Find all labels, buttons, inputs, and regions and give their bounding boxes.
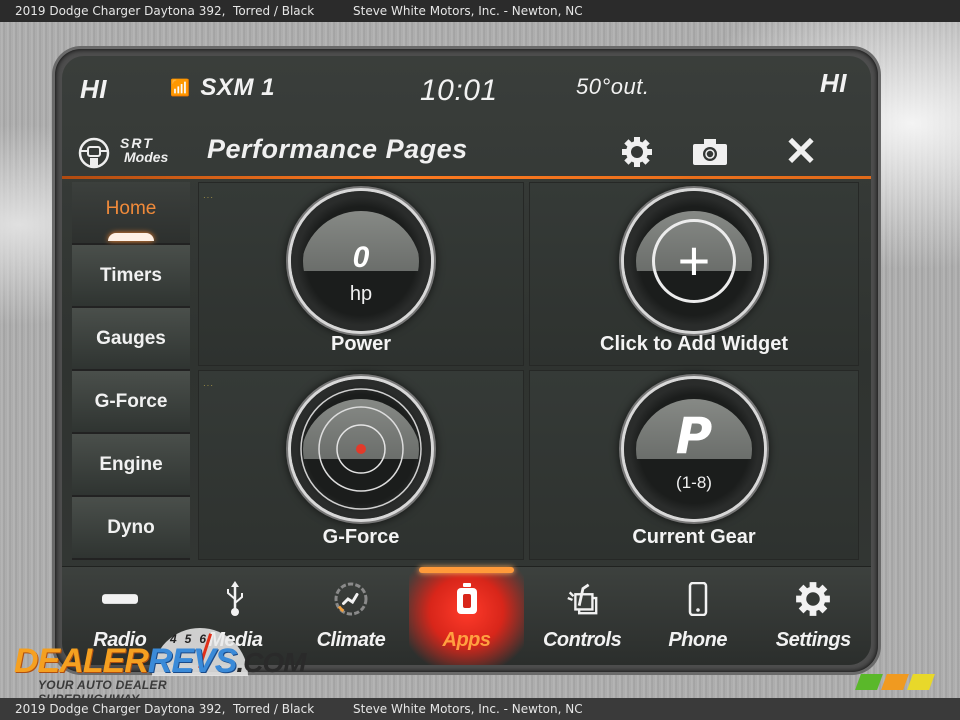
caption-bar-top: 2019 Dodge Charger Daytona 392, Torred /… [0, 0, 960, 22]
nav-phone[interactable]: Phone [640, 567, 756, 665]
gear-dial: P (1-8) [624, 379, 764, 519]
sidebar-item-timers[interactable]: Timers [72, 245, 190, 308]
power-label: Power [330, 333, 392, 355]
widget-grid: ··· 0 hp Power + Click to Add Widget ··· [198, 182, 860, 560]
phone-icon [680, 581, 716, 617]
title-bar: SRT Modes Performance Pages ✕ [62, 126, 871, 176]
driver-temp-setting[interactable]: HI [80, 74, 107, 105]
close-icon: ✕ [784, 130, 818, 174]
radio-icon [101, 581, 138, 617]
antenna-icon: 📶 [170, 80, 191, 97]
gear-value: P [675, 407, 713, 465]
nav-controls[interactable]: Controls [524, 567, 640, 665]
add-widget-dial: + [624, 191, 764, 331]
stripes-logo-icon [855, 674, 935, 690]
drag-handle-icon[interactable]: ··· [203, 193, 214, 202]
outside-temperature: 50°out. [576, 74, 650, 99]
passenger-temp-setting[interactable]: HI [820, 68, 847, 99]
add-widget-slot[interactable]: + Click to Add Widget [529, 182, 859, 366]
vehicle-caption: 2019 Dodge Charger Daytona 392, Torred /… [15, 702, 315, 716]
current-gear-widget[interactable]: P (1-8) Current Gear [529, 370, 859, 560]
settings-icon [795, 581, 831, 617]
nav-apps[interactable]: Apps [408, 567, 525, 665]
dealer-caption: Steve White Motors, Inc. - Newton, NC [353, 702, 583, 716]
sidebar-item-engine[interactable]: Engine [72, 434, 190, 497]
radio-station: SXM 1 [200, 74, 275, 101]
camera-icon [693, 139, 727, 165]
sidebar-item-home[interactable]: Home [72, 182, 190, 245]
accent-divider [62, 176, 871, 179]
climate-icon [333, 581, 369, 617]
apps-icon [449, 581, 485, 617]
plus-icon: + [652, 219, 736, 303]
g-force-dial [291, 379, 431, 519]
dealerrevs-watermark: 456 DEALERREVS.COM YOUR AUTO DEALER SUPE… [14, 628, 307, 706]
steering-wheel-icon [78, 137, 110, 169]
nav-settings[interactable]: Settings [755, 567, 871, 665]
sidebar-item-g-force[interactable]: G-Force [72, 371, 190, 434]
add-widget-label: Click to Add Widget [600, 333, 788, 355]
caption-bar-bottom: 2019 Dodge Charger Daytona 392, Torred /… [0, 698, 960, 720]
vehicle-caption: 2019 Dodge Charger Daytona 392, Torred /… [15, 4, 315, 18]
drag-handle-icon[interactable]: ··· [203, 381, 214, 390]
close-button[interactable]: ✕ [781, 130, 821, 174]
power-value: 0 [352, 241, 370, 274]
nav-climate[interactable]: Climate [293, 567, 409, 665]
status-bar: HI 📶 SXM 1 10:01 50°out. HI [62, 56, 871, 126]
controls-icon [564, 581, 600, 617]
power-unit: hp [349, 283, 373, 305]
usb-icon [217, 581, 253, 617]
active-tab-indicator [108, 233, 154, 241]
dealer-caption: Steve White Motors, Inc. - Newton, NC [353, 4, 583, 18]
srt-modes-logo: SRT Modes [120, 135, 169, 165]
clock: 10:01 [420, 74, 498, 107]
settings-button[interactable] [617, 132, 657, 172]
power-widget[interactable]: ··· 0 hp Power [198, 182, 524, 366]
sidebar-item-gauges[interactable]: Gauges [72, 308, 190, 371]
power-dial: 0 hp [291, 191, 431, 331]
sidebar-item-dyno[interactable]: Dyno [72, 497, 190, 560]
page-title: Performance Pages [207, 134, 468, 164]
screenshot-button[interactable] [690, 132, 730, 172]
gear-icon [622, 137, 652, 167]
sidebar: Home Timers Gauges G-Force Engine Dyno [72, 182, 192, 560]
radio-status[interactable]: 📶 SXM 1 [170, 74, 275, 102]
gear-range: (1-8) [676, 473, 712, 492]
current-gear-label: Current Gear [632, 526, 756, 548]
g-force-widget[interactable]: ··· G-Force [198, 370, 524, 560]
g-force-label: G-Force [322, 526, 400, 548]
g-force-target-icon [300, 388, 422, 510]
infotainment-screen: HI 📶 SXM 1 10:01 50°out. HI SRT Modes Pe… [62, 56, 871, 665]
